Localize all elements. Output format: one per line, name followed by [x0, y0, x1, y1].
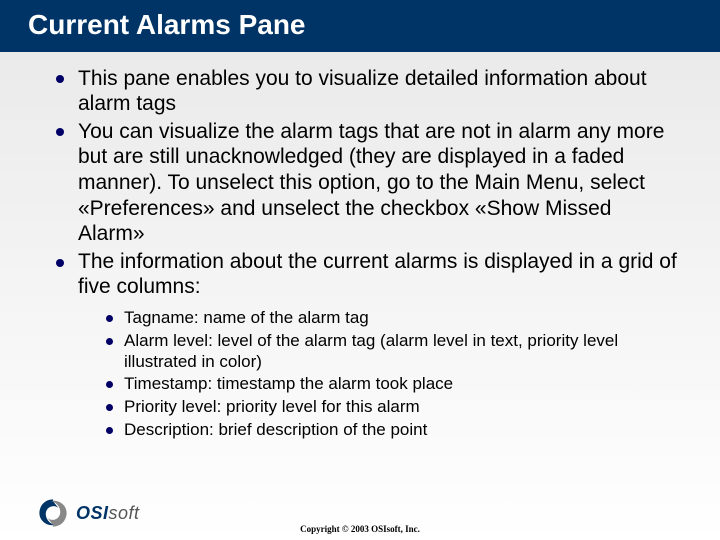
bullet-text: Alarm level: level of the alarm tag (ala…: [124, 331, 618, 371]
list-item: This pane enables you to visualize detai…: [46, 66, 680, 117]
copyright-footer: Copyright © 2003 OSIsoft, Inc.: [0, 524, 720, 534]
list-item: You can visualize the alarm tags that ar…: [46, 119, 680, 247]
list-item: Alarm level: level of the alarm tag (ala…: [96, 331, 680, 372]
title-bar: Current Alarms Pane: [0, 0, 720, 52]
list-item: Priority level: priority level for this …: [96, 397, 680, 418]
bullet-text: Tagname: name of the alarm tag: [124, 308, 369, 327]
list-item: Description: brief description of the po…: [96, 420, 680, 441]
list-item: Timestamp: timestamp the alarm took plac…: [96, 374, 680, 395]
logo-text: OSIsoft: [76, 503, 140, 524]
bullet-text: This pane enables you to visualize detai…: [78, 67, 647, 116]
copyright-text: Copyright © 2003 OSIsoft, Inc.: [300, 524, 420, 534]
bullet-text: The information about the current alarms…: [78, 250, 677, 299]
list-item: The information about the current alarms…: [46, 249, 680, 441]
list-item: Tagname: name of the alarm tag: [96, 308, 680, 329]
slide-title: Current Alarms Pane: [28, 9, 306, 40]
bullet-text: Timestamp: timestamp the alarm took plac…: [124, 374, 453, 393]
bullet-text: Priority level: priority level for this …: [124, 397, 420, 416]
logo-soft: soft: [109, 503, 140, 523]
bullet-text: Description: brief description of the po…: [124, 420, 427, 439]
main-bullet-list: This pane enables you to visualize detai…: [46, 66, 680, 441]
sub-bullet-list: Tagname: name of the alarm tag Alarm lev…: [96, 308, 680, 440]
bullet-text: You can visualize the alarm tags that ar…: [78, 120, 664, 245]
logo-osi: OSI: [76, 503, 109, 523]
content-area: This pane enables you to visualize detai…: [0, 52, 720, 441]
